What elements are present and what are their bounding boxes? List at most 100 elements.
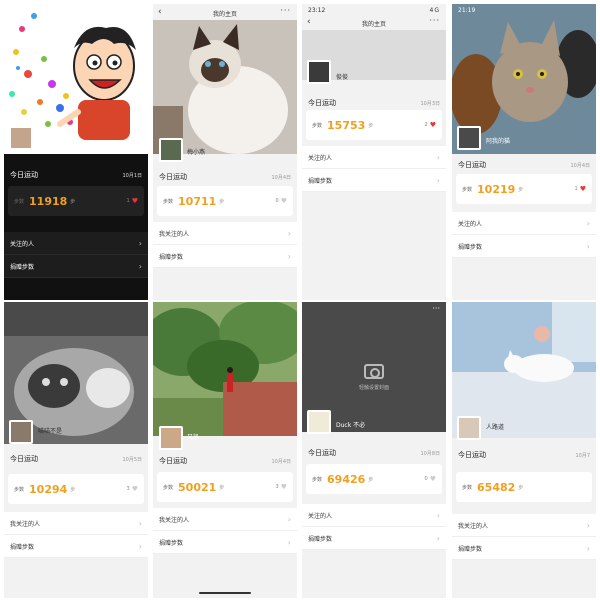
- screen-7: ··· 轻触设置封面 Duck 不必 今日运动 10月8日 步数 69426 步…: [302, 302, 446, 598]
- menu-item-donate[interactable]: 捐赠步数 ›: [302, 169, 446, 192]
- screen-4: 21:19 阿我的猫 今日运动 10月4日 步数 10219 步 1 ♥ 关注的…: [452, 4, 596, 300]
- menu-item-donate[interactable]: 捐赠步数 ›: [4, 535, 148, 558]
- menu-item-following[interactable]: 关注的人 ›: [302, 504, 446, 527]
- chevron-right-icon: ›: [287, 514, 291, 524]
- menu-label: 捐赠步数: [458, 545, 483, 553]
- date-label: 10月7: [575, 452, 590, 459]
- screen-1: 今日运动 10月1日 步数 11918 步 1 ♥ 关注的人 › 捐赠步数 ›: [4, 4, 148, 300]
- chevron-right-icon: ›: [436, 152, 440, 162]
- back-icon[interactable]: ‹: [307, 17, 311, 27]
- today-label: 今日运动: [458, 161, 486, 169]
- heart-icon[interactable]: ♥: [132, 197, 138, 205]
- back-icon[interactable]: ‹: [158, 7, 162, 17]
- heart-icon[interactable]: ♥: [132, 485, 138, 493]
- today-label: 今日运动: [159, 457, 187, 465]
- menu: 关注的人 › 捐赠步数 ›: [302, 504, 446, 550]
- status-bar: 21:19: [452, 4, 596, 16]
- status-bar: 23:12 4G: [302, 4, 446, 16]
- avatar[interactable]: [307, 410, 331, 434]
- menu-label: 关注的人: [308, 512, 333, 520]
- today-row: 今日运动 10月1日: [4, 168, 148, 182]
- menu-item-donate[interactable]: 捐赠步数 ›: [452, 537, 596, 560]
- step-count: 65482: [477, 480, 516, 494]
- step-card[interactable]: 步数 10294 步 3 ♥: [8, 474, 144, 504]
- step-card[interactable]: 步数 50021 步 3 ♥: [157, 472, 293, 502]
- menu-label: 捐赠步数: [159, 253, 184, 261]
- step-card[interactable]: 步数 65482 步: [456, 472, 592, 502]
- chevron-right-icon: ›: [436, 175, 440, 185]
- step-card[interactable]: 步数 10711 步 0 ♥: [157, 186, 293, 216]
- menu-label: 捐赠步数: [308, 535, 333, 543]
- date-label: 10月4日: [271, 458, 291, 465]
- menu-item-following[interactable]: 我关注的人 ›: [153, 508, 297, 531]
- chevron-right-icon: ›: [586, 520, 590, 530]
- status-network: 4G: [429, 6, 440, 14]
- username: 阿我的猫: [486, 138, 511, 145]
- heart-icon[interactable]: ♥: [580, 185, 586, 193]
- menu-item-following[interactable]: 我关注的人 ›: [4, 512, 148, 535]
- menu-item-following[interactable]: 我关注的人 ›: [153, 222, 297, 245]
- menu-item-donate[interactable]: 捐赠步数 ›: [153, 245, 297, 268]
- likes[interactable]: 1 ♥: [127, 197, 138, 205]
- steps-label: 步数: [14, 198, 25, 205]
- avatar[interactable]: [307, 60, 331, 84]
- menu-item-donate[interactable]: 捐赠步数 ›: [452, 235, 596, 258]
- step-unit: 步: [368, 476, 374, 483]
- likes[interactable]: 2 ♥: [425, 121, 436, 129]
- menu-label: 我关注的人: [458, 522, 489, 530]
- avatar[interactable]: [457, 126, 481, 150]
- avatar[interactable]: [9, 420, 33, 444]
- today-row: 今日运动 10月8日: [302, 446, 446, 460]
- menu-label: 捐赠步数: [10, 543, 35, 551]
- step-unit: 步: [219, 484, 225, 491]
- step-count: 10711: [178, 194, 217, 208]
- menu-item-following[interactable]: 关注的人 ›: [4, 232, 148, 255]
- avatar[interactable]: [159, 426, 183, 450]
- menu-item-following[interactable]: 关注的人 ›: [452, 212, 596, 235]
- heart-icon[interactable]: ♥: [281, 483, 287, 491]
- steps-label: 步数: [462, 186, 473, 193]
- likes[interactable]: 3 ♥: [276, 483, 287, 491]
- more-icon[interactable]: ···: [432, 304, 440, 313]
- home-indicator[interactable]: [199, 592, 251, 594]
- today-row: 今日运动 10月4日: [452, 158, 596, 172]
- step-count: 50021: [178, 480, 217, 494]
- likes[interactable]: 3 ♥: [127, 485, 138, 493]
- avatar[interactable]: [159, 138, 183, 162]
- today-label: 今日运动: [308, 99, 336, 107]
- avatar[interactable]: [457, 416, 481, 440]
- today-row: 今日运动 10月7: [452, 448, 596, 462]
- like-count: 3: [126, 486, 130, 492]
- heart-icon[interactable]: ♥: [281, 197, 287, 205]
- step-card[interactable]: 步数 10219 步 1 ♥: [456, 174, 592, 204]
- likes[interactable]: 1 ♥: [575, 185, 586, 193]
- date-label: 10月4日: [271, 174, 291, 181]
- today-row: 今日运动 10月4日: [153, 170, 297, 184]
- chevron-right-icon: ›: [586, 218, 590, 228]
- heart-icon[interactable]: ♥: [430, 121, 436, 129]
- screen-3: 23:12 4G ‹ 我的主页 ··· 俊俊 今日运动 10月3日 步数 157…: [302, 4, 446, 300]
- avatar[interactable]: [9, 126, 33, 150]
- menu-item-donate[interactable]: 捐赠步数 ›: [302, 527, 446, 550]
- today-row: 今日运动 10月5日: [4, 452, 148, 466]
- date-label: 10月5日: [122, 456, 142, 463]
- menu-item-donate[interactable]: 捐赠步数 ›: [4, 255, 148, 278]
- menu-label: 捐赠步数: [458, 243, 483, 251]
- menu-item-following[interactable]: 关注的人 ›: [302, 146, 446, 169]
- title-bar: ‹ 我的主页 ···: [302, 16, 446, 30]
- step-card[interactable]: 步数 69426 步 0 ♥: [306, 464, 442, 494]
- camera-icon[interactable]: [364, 364, 384, 379]
- menu-item-following[interactable]: 我关注的人 ›: [452, 514, 596, 537]
- likes[interactable]: 0 ♥: [425, 475, 436, 483]
- chevron-right-icon: ›: [138, 238, 142, 248]
- more-icon[interactable]: ···: [280, 6, 291, 15]
- step-card[interactable]: 步数 11918 步 1 ♥: [8, 186, 144, 216]
- menu: 我关注的人 › 捐赠步数 ›: [153, 222, 297, 268]
- date-label: 10月4日: [570, 162, 590, 169]
- heart-icon[interactable]: ♥: [430, 475, 436, 483]
- more-icon[interactable]: ···: [429, 16, 440, 25]
- step-count: 10294: [29, 482, 68, 496]
- menu-item-donate[interactable]: 捐赠步数 ›: [153, 531, 297, 554]
- step-card[interactable]: 步数 15753 步 2 ♥: [306, 110, 442, 140]
- likes[interactable]: 0 ♥: [276, 197, 287, 205]
